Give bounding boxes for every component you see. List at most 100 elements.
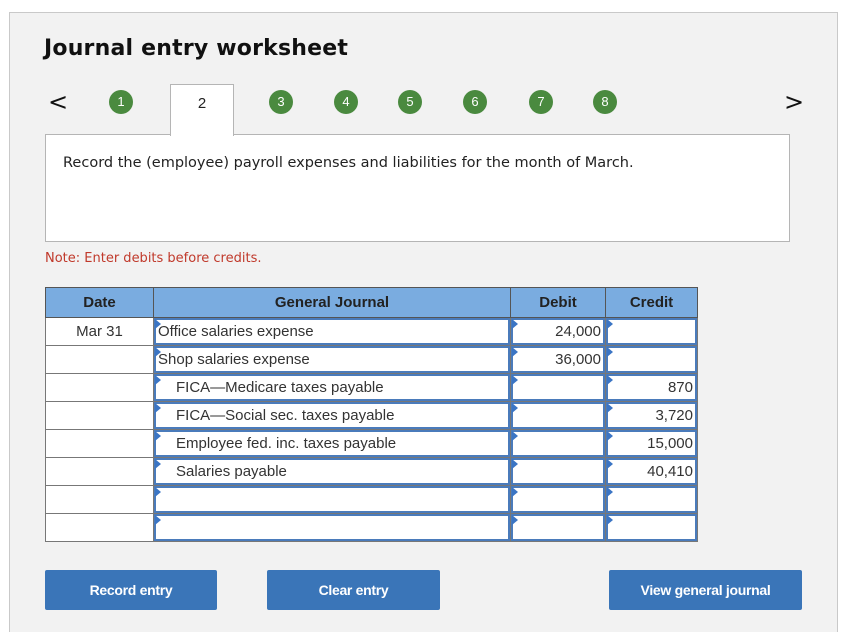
account-input-value[interactable]: Employee fed. inc. taxes payable bbox=[154, 430, 510, 457]
account-input-value[interactable]: FICA—Medicare taxes payable bbox=[154, 374, 510, 401]
date-cell-value bbox=[46, 486, 153, 513]
date-cell-value bbox=[46, 514, 153, 541]
account-input[interactable]: FICA—Medicare taxes payable bbox=[153, 373, 511, 402]
dropdown-flag-icon bbox=[155, 515, 161, 525]
account-input[interactable]: Employee fed. inc. taxes payable bbox=[153, 429, 511, 458]
question-prompt: Record the (employee) payroll expenses a… bbox=[63, 155, 634, 171]
account-input[interactable]: Office salaries expense bbox=[153, 317, 511, 346]
dropdown-flag-icon bbox=[155, 431, 161, 441]
debit-input[interactable]: 36,000 bbox=[510, 345, 606, 374]
dropdown-flag-icon bbox=[512, 347, 518, 357]
dropdown-flag-icon bbox=[607, 487, 613, 497]
credit-input[interactable]: 3,720 bbox=[605, 401, 698, 430]
credit-input[interactable] bbox=[605, 513, 698, 542]
record-entry-button[interactable]: Record entry bbox=[45, 570, 217, 610]
question-prompt-box: Record the (employee) payroll expenses a… bbox=[45, 134, 790, 242]
date-cell bbox=[45, 373, 154, 402]
date-cell bbox=[45, 457, 154, 486]
next-arrow-icon[interactable]: > bbox=[784, 88, 804, 116]
date-cell-value: Mar 31 bbox=[76, 323, 123, 340]
table-header-row: Date General Journal Debit Credit bbox=[45, 287, 698, 318]
account-input[interactable]: Salaries payable bbox=[153, 457, 511, 486]
credit-input-value[interactable]: 15,000 bbox=[606, 430, 697, 457]
date-cell bbox=[45, 485, 154, 514]
previous-arrow-icon[interactable]: < bbox=[48, 88, 68, 116]
credit-input-value[interactable] bbox=[606, 346, 697, 373]
dropdown-flag-icon bbox=[512, 375, 518, 385]
clear-entry-button[interactable]: Clear entry bbox=[267, 570, 440, 610]
step-5-button[interactable]: 5 bbox=[398, 90, 422, 114]
table-row bbox=[45, 485, 698, 514]
column-header-debit: Debit bbox=[510, 287, 606, 318]
step-3-button[interactable]: 3 bbox=[269, 90, 293, 114]
dropdown-flag-icon bbox=[155, 347, 161, 357]
date-cell bbox=[45, 345, 154, 374]
view-general-journal-button[interactable]: View general journal bbox=[609, 570, 802, 610]
step-1-button[interactable]: 1 bbox=[109, 90, 133, 114]
dropdown-flag-icon bbox=[607, 319, 613, 329]
dropdown-flag-icon bbox=[607, 403, 613, 413]
dropdown-flag-icon bbox=[512, 319, 518, 329]
account-input[interactable]: FICA—Social sec. taxes payable bbox=[153, 401, 511, 430]
account-input-value[interactable]: Salaries payable bbox=[154, 458, 510, 485]
account-input[interactable] bbox=[153, 513, 511, 542]
debit-input-value[interactable] bbox=[511, 402, 605, 429]
table-row: Salaries payable 40,410 bbox=[45, 457, 698, 486]
date-cell-value bbox=[46, 458, 153, 485]
account-input-value[interactable] bbox=[154, 514, 510, 541]
credit-input-value[interactable] bbox=[606, 318, 697, 345]
account-input-value[interactable]: Shop salaries expense bbox=[154, 346, 510, 373]
account-input[interactable] bbox=[153, 485, 511, 514]
step-6-button[interactable]: 6 bbox=[463, 90, 487, 114]
dropdown-flag-icon bbox=[607, 515, 613, 525]
step-7-button[interactable]: 7 bbox=[529, 90, 553, 114]
debit-input[interactable] bbox=[510, 373, 606, 402]
debit-input-value[interactable] bbox=[511, 486, 605, 513]
debit-input-value[interactable]: 24,000 bbox=[511, 318, 605, 345]
credit-input[interactable]: 40,410 bbox=[605, 457, 698, 486]
credit-input-value[interactable]: 40,410 bbox=[606, 458, 697, 485]
dropdown-flag-icon bbox=[607, 347, 613, 357]
credit-input[interactable] bbox=[605, 345, 698, 374]
debit-input-value[interactable]: 36,000 bbox=[511, 346, 605, 373]
account-input-value[interactable] bbox=[154, 486, 510, 513]
step-8-button[interactable]: 8 bbox=[593, 90, 617, 114]
page-title: Journal entry worksheet bbox=[44, 36, 349, 61]
debit-input-value[interactable] bbox=[511, 374, 605, 401]
dropdown-flag-icon bbox=[155, 487, 161, 497]
account-input-value[interactable]: Office salaries expense bbox=[154, 318, 510, 345]
step-4-button[interactable]: 4 bbox=[334, 90, 358, 114]
account-input-value[interactable]: FICA—Social sec. taxes payable bbox=[154, 402, 510, 429]
debit-input-value[interactable] bbox=[511, 430, 605, 457]
debit-input[interactable] bbox=[510, 457, 606, 486]
debit-input[interactable] bbox=[510, 401, 606, 430]
date-cell-value bbox=[46, 374, 153, 401]
dropdown-flag-icon bbox=[155, 459, 161, 469]
credit-input[interactable]: 870 bbox=[605, 373, 698, 402]
debit-input[interactable] bbox=[510, 513, 606, 542]
credit-input[interactable]: 15,000 bbox=[605, 429, 698, 458]
credit-input[interactable] bbox=[605, 317, 698, 346]
credit-input-value[interactable] bbox=[606, 514, 697, 541]
debit-input[interactable] bbox=[510, 429, 606, 458]
date-cell bbox=[45, 429, 154, 458]
debit-input[interactable] bbox=[510, 485, 606, 514]
credit-input-value[interactable]: 870 bbox=[606, 374, 697, 401]
column-header-date: Date bbox=[45, 287, 154, 318]
date-cell-value bbox=[46, 346, 153, 373]
account-input[interactable]: Shop salaries expense bbox=[153, 345, 511, 374]
credit-input[interactable] bbox=[605, 485, 698, 514]
step-2-tab-active[interactable]: 2 bbox=[170, 84, 234, 136]
dropdown-flag-icon bbox=[155, 403, 161, 413]
debit-input[interactable]: 24,000 bbox=[510, 317, 606, 346]
table-row bbox=[45, 513, 698, 542]
credit-input-value[interactable]: 3,720 bbox=[606, 402, 697, 429]
credit-input-value[interactable] bbox=[606, 486, 697, 513]
dropdown-flag-icon bbox=[155, 375, 161, 385]
dropdown-flag-icon bbox=[512, 487, 518, 497]
dropdown-flag-icon bbox=[155, 319, 161, 329]
debit-input-value[interactable] bbox=[511, 458, 605, 485]
debit-input-value[interactable] bbox=[511, 514, 605, 541]
instruction-note: Note: Enter debits before credits. bbox=[45, 251, 262, 266]
table-row: FICA—Social sec. taxes payable 3,720 bbox=[45, 401, 698, 430]
